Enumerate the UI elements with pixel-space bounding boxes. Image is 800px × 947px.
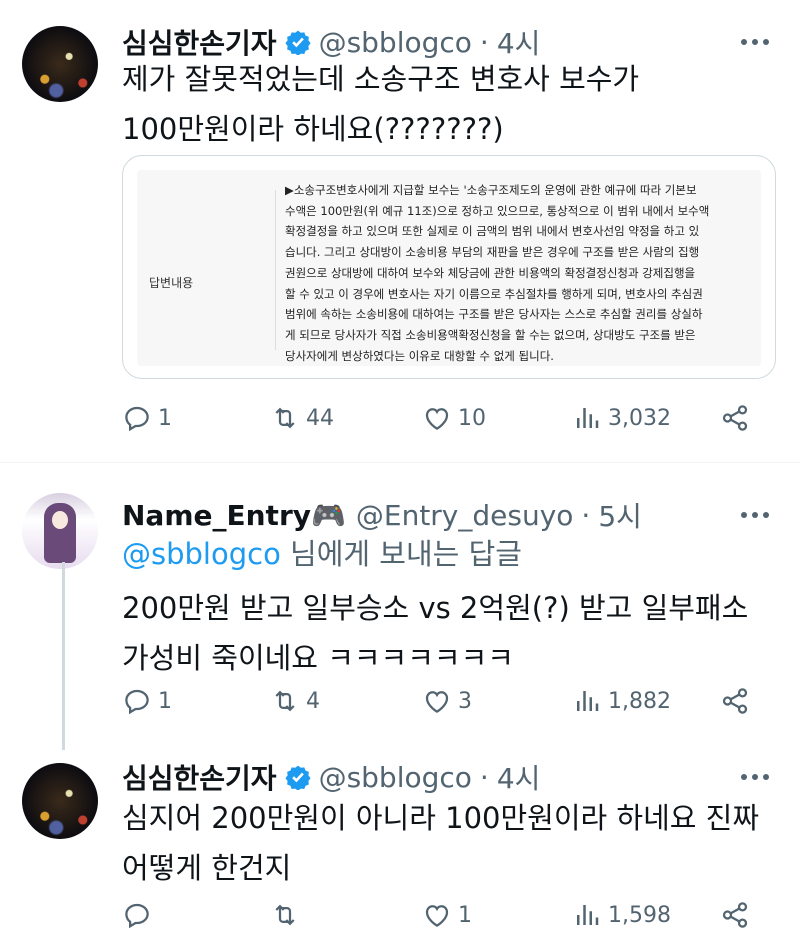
like-count: 10: [458, 405, 486, 431]
views-button[interactable]: 3,032: [572, 398, 671, 438]
reply-count: 1: [158, 688, 172, 714]
avatar[interactable]: [22, 26, 98, 102]
like-icon: [425, 905, 449, 927]
retweet-icon: [275, 407, 295, 429]
retweet-button[interactable]: [270, 895, 306, 935]
timestamp[interactable]: 4시: [497, 757, 541, 797]
separator-dot: ·: [581, 498, 591, 532]
retweet-button[interactable]: 44: [270, 398, 334, 438]
avatar[interactable]: [22, 763, 98, 839]
like-button[interactable]: 1: [422, 895, 472, 935]
answer-line: 할 수 있고 이 경우에 변호사는 자기 이름으로 추심절차를 행하게 되며, …: [285, 286, 703, 301]
reply-icon: [125, 903, 149, 929]
thread-connector: [62, 562, 65, 750]
views-icon: [577, 691, 599, 711]
like-button[interactable]: 10: [422, 398, 486, 438]
answer-label: 답변내용: [149, 276, 194, 290]
retweet-icon: [275, 904, 295, 926]
share-button[interactable]: [720, 398, 750, 438]
reply-button[interactable]: 1: [122, 681, 172, 721]
like-icon: [425, 408, 449, 430]
views-button[interactable]: 1,598: [572, 895, 671, 935]
tweet-text: 제가 잘못적었는데 소송구조 변호사 보수가 100만원이라 하네요(?????…: [122, 54, 639, 154]
reply-icon: [125, 689, 149, 715]
answer-line: 게 되므로 당사자가 직접 소송비용액확정신청을 할 수는 없으며, 상대방도 …: [285, 327, 696, 342]
answer-line: ▶소송구조변호사에게 지급할 보수는 '소송구조제도의 운영에 관한 예규에 따…: [285, 183, 697, 197]
answer-table: 답변내용 ▶소송구조변호사에게 지급할 보수는 '소송구조제도의 운영에 관한 …: [137, 170, 761, 366]
handle[interactable]: @Entry_desuyo: [356, 499, 574, 532]
views-button[interactable]: 1,882: [572, 681, 671, 721]
tweet-text: 200만원 받고 일부승소 vs 2억원(?) 받고 일부패소 가성비 죽이네요…: [122, 583, 748, 683]
like-icon: [425, 691, 449, 713]
action-bar: 1 4 3 1,882: [122, 681, 762, 721]
share-button[interactable]: [720, 681, 750, 721]
tweet-text-line: 제가 잘못적었는데 소송구조 변호사 보수가: [122, 62, 640, 96]
verified-badge-icon: [284, 765, 311, 790]
views-icon: [577, 905, 599, 925]
views-count: 1,598: [608, 902, 671, 928]
views-icon: [577, 408, 599, 428]
tweet-text-line: 100만원이라 하네요(???????): [122, 112, 504, 146]
like-count: 3: [458, 688, 472, 714]
share-icon: [722, 902, 748, 928]
answer-line: 습니다. 그리고 상대방이 소송비용 부담의 재판을 받은 경우에 구조를 받은…: [285, 245, 700, 260]
tweet-text-line: 200만원 받고 일부승소 vs 2억원(?) 받고 일부패소: [122, 591, 749, 625]
more-icon[interactable]: [740, 773, 770, 781]
attached-image[interactable]: 답변내용 ▶소송구조변호사에게 지급할 보수는 '소송구조제도의 운영에 관한 …: [122, 155, 776, 379]
more-icon[interactable]: [740, 38, 770, 46]
retweet-count: 44: [306, 405, 334, 431]
retweet-count: 4: [306, 688, 320, 714]
reply-count: 1: [158, 405, 172, 431]
handle[interactable]: @sbblogco: [319, 761, 472, 794]
tweet-text-line: 가성비 죽이네요 ㅋㅋㅋㅋㅋㅋㅋ: [122, 641, 514, 675]
answer-line: 당사자에게 변상하였다는 이유로 대항할 수 없게 됩니다.: [285, 348, 554, 363]
separator-dot: ·: [479, 760, 489, 794]
share-button[interactable]: [720, 895, 750, 935]
verified-badge-icon: [284, 30, 311, 55]
display-name[interactable]: 심심한손기자: [122, 757, 277, 797]
action-bar: 1 44 10 3,032: [122, 398, 762, 438]
answer-content: ▶소송구조변호사에게 지급할 보수는 '소송구조제도의 운영에 관한 예규에 따…: [285, 180, 745, 366]
reply-icon: [125, 406, 149, 432]
like-count: 1: [458, 902, 472, 928]
share-icon: [722, 688, 748, 714]
like-button[interactable]: 3: [422, 681, 472, 721]
retweet-button[interactable]: 4: [270, 681, 320, 721]
views-count: 3,032: [608, 405, 671, 431]
answer-line: 수액은 100만원(위 예규 11조)으로 정하고 있으므로, 통상적으로 이 …: [285, 203, 710, 218]
views-count: 1,882: [608, 688, 671, 714]
answer-line: 확정결정을 하고 있으며 또한 실제로 이 금액의 범위 내에서 변호사선임 약…: [285, 224, 700, 239]
reply-to-suffix: 님에게 보내는 답글: [280, 537, 522, 571]
reply-mention-link[interactable]: @sbblogco: [122, 537, 281, 571]
retweet-icon: [275, 690, 295, 712]
avatar[interactable]: [22, 493, 98, 569]
tweet-1[interactable]: 심심한손기자 @sbblogco · 4시 제가 잘못적었는데 소송구조 변호사…: [0, 0, 800, 462]
timestamp[interactable]: 5시: [598, 495, 642, 535]
reply-button[interactable]: 1: [122, 398, 172, 438]
share-icon: [722, 405, 748, 431]
tweet-text: 심지어 200만원이 아니라 100만원이라 하네요 진짜 어떻게 한건지: [122, 793, 759, 893]
tweet-3[interactable]: 심심한손기자 @sbblogco · 4시 심지어 200만원이 아니라 100…: [0, 753, 800, 947]
answer-line: 권원으로 상대방에 대하여 보수와 체당금에 관한 비용액의 확정결정신청과 강…: [285, 265, 696, 280]
divider: [275, 190, 276, 350]
tweet-2[interactable]: Name_Entry🎮 @Entry_desuyo · 5시 @sbblogco…: [0, 463, 800, 753]
reply-to-label: @sbblogco 님에게 보내는 답글: [122, 529, 522, 579]
reply-button[interactable]: [122, 895, 158, 935]
more-icon[interactable]: [740, 511, 770, 519]
action-bar: 1 1,598: [122, 895, 762, 935]
tweet-text-line: 어떻게 한건지: [122, 851, 292, 885]
tweet-header: 심심한손기자 @sbblogco · 4시: [122, 757, 540, 797]
answer-line: 범위에 속하는 소송비용에 대하여는 구조를 받은 당사자는 스스로 추심할 권…: [285, 307, 703, 322]
display-name[interactable]: Name_Entry🎮: [122, 499, 346, 532]
tweet-text-line: 심지어 200만원이 아니라 100만원이라 하네요 진짜: [122, 801, 760, 835]
